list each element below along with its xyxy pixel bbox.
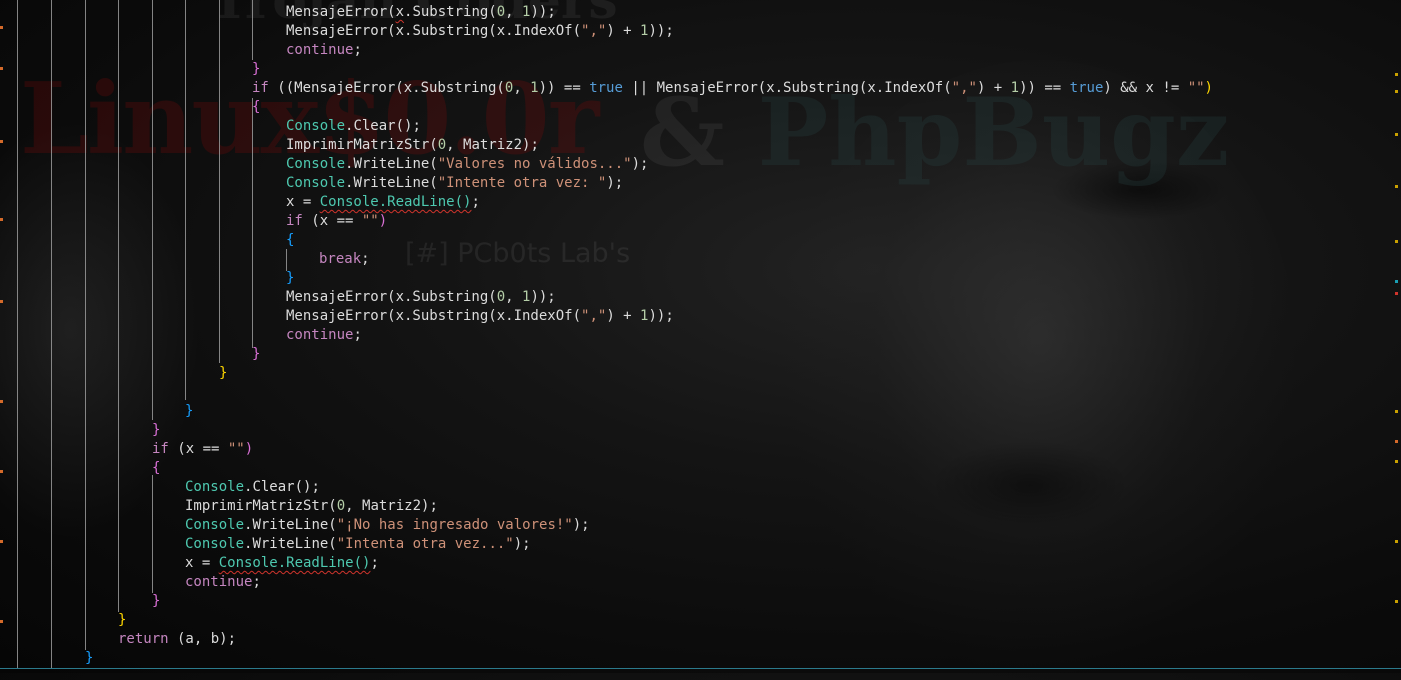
code-line[interactable]: MensajeError(x.Substring(x.IndexOf(",") … xyxy=(0,307,674,326)
code-line[interactable]: } xyxy=(0,649,93,668)
scrollbar-mark xyxy=(1395,292,1398,295)
code-line[interactable]: Console.WriteLine("Intente otra vez: "); xyxy=(0,174,623,193)
code-line[interactable]: x = Console.ReadLine(); xyxy=(0,193,480,212)
code-line[interactable]: Console.Clear(); xyxy=(0,117,421,136)
code-line[interactable]: x = Console.ReadLine(); xyxy=(0,554,379,573)
code-line[interactable]: break; xyxy=(0,250,370,269)
code-line[interactable]: } xyxy=(0,364,227,383)
code-line[interactable]: { xyxy=(0,459,160,478)
scrollbar-mark xyxy=(1395,185,1398,188)
background-eye-shape xyxy=(1050,160,1230,220)
code-line[interactable]: { xyxy=(0,231,294,250)
code-line[interactable]: if (x == "") xyxy=(0,440,253,459)
scrollbar-mark xyxy=(1395,540,1398,543)
code-line[interactable]: ImprimirMatrizStr(0, Matriz2); xyxy=(0,136,539,155)
code-line[interactable]: } xyxy=(0,269,294,288)
code-line[interactable]: MensajeError(x.Substring(0, 1)); xyxy=(0,3,556,22)
code-line[interactable]: if ((MensajeError(x.Substring(0, 1)) == … xyxy=(0,79,1213,98)
scrollbar-mark xyxy=(1395,460,1398,463)
code-line[interactable]: return (a, b); xyxy=(0,630,236,649)
code-line[interactable]: Console.Clear(); xyxy=(0,478,320,497)
code-line[interactable]: ImprimirMatrizStr(0, Matriz2); xyxy=(0,497,438,516)
code-line[interactable]: if (x == "") xyxy=(0,212,387,231)
code-line[interactable]: { xyxy=(0,98,260,117)
code-line[interactable]: Console.WriteLine("¡No has ingresado val… xyxy=(0,516,590,535)
scrollbar-mark xyxy=(1395,280,1398,283)
code-line[interactable]: continue; xyxy=(0,41,362,60)
scrollbar-mark xyxy=(1395,600,1398,603)
scrollbar-mark xyxy=(1395,90,1398,93)
code-line[interactable]: } xyxy=(0,611,126,630)
panel-border xyxy=(0,668,1401,669)
code-line[interactable]: continue; xyxy=(0,573,261,592)
code-line[interactable]: } xyxy=(0,402,193,421)
code-line[interactable]: Console.WriteLine("Valores no válidos...… xyxy=(0,155,648,174)
code-line[interactable]: MensajeError(x.Substring(0, 1)); xyxy=(0,288,556,307)
code-editor[interactable]: Trojan Coders Linux$0.0r & PhpBugz [#] P… xyxy=(0,0,1401,680)
scrollbar-mark xyxy=(1395,133,1398,136)
code-line[interactable]: } xyxy=(0,60,260,79)
background-face-shape xyxy=(780,60,1300,680)
code-line[interactable]: } xyxy=(0,345,260,364)
code-line[interactable]: continue; xyxy=(0,326,362,345)
scrollbar-mark xyxy=(1395,410,1398,413)
code-line[interactable]: MensajeError(x.Substring(x.IndexOf(",") … xyxy=(0,22,674,41)
scrollbar-mark xyxy=(1395,440,1398,443)
code-line[interactable]: } xyxy=(0,592,160,611)
code-line[interactable]: Console.WriteLine("Intenta otra vez...")… xyxy=(0,535,531,554)
background-mouth-shape xyxy=(930,440,1130,530)
code-line[interactable]: } xyxy=(0,421,160,440)
watermark-subtitle: [#] PCb0ts Lab's xyxy=(405,238,631,269)
scrollbar-mark xyxy=(1395,73,1398,76)
scrollbar-mark xyxy=(1395,240,1398,243)
